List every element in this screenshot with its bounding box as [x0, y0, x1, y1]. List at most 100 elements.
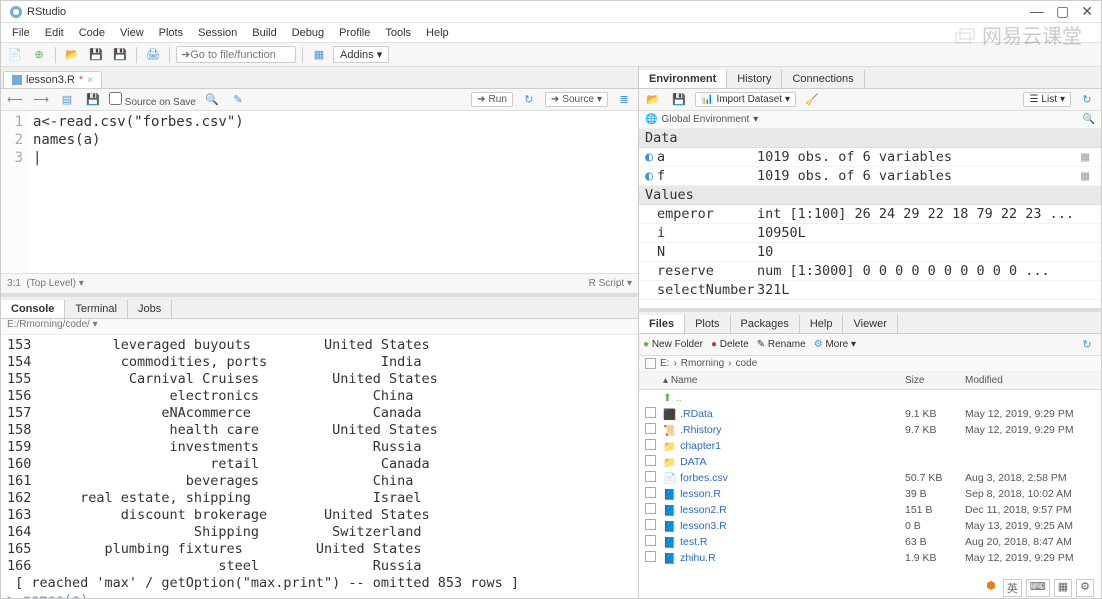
menu-code[interactable]: Code	[72, 25, 112, 41]
code-editor[interactable]: 123 a<-read.csv("forbes.csv") names(a) |	[1, 111, 638, 273]
new-project-icon[interactable]: ⊕	[29, 46, 49, 64]
view-data-icon[interactable]: ▦	[1081, 148, 1095, 166]
file-row[interactable]: 📘lesson3.R0 BMay 13, 2019, 9:25 AM	[639, 518, 1101, 534]
tab-plots[interactable]: Plots	[685, 315, 730, 333]
file-row[interactable]: 📘test.R63 BAug 20, 2018, 8:47 AM	[639, 534, 1101, 550]
minimize-button[interactable]: —	[1030, 3, 1044, 20]
save-workspace-icon[interactable]: 💾	[669, 91, 689, 109]
expand-icon[interactable]: ◐	[645, 148, 657, 166]
file-row[interactable]: 📘lesson2.R151 BDec 11, 2018, 9:57 PM	[639, 502, 1101, 518]
clear-env-icon[interactable]: 🧹	[802, 91, 822, 109]
menu-edit[interactable]: Edit	[38, 25, 71, 41]
forward-icon[interactable]: ⟶	[31, 91, 51, 109]
tab-connections[interactable]: Connections	[782, 70, 864, 88]
menu-help[interactable]: Help	[419, 25, 456, 41]
file-row[interactable]: 📁chapter1	[639, 438, 1101, 454]
rename-button[interactable]: ✎ Rename	[757, 339, 806, 350]
file-checkbox[interactable]	[645, 471, 656, 482]
file-checkbox[interactable]	[645, 439, 656, 450]
maximize-button[interactable]: ▢	[1056, 3, 1069, 20]
tab-console[interactable]: Console	[1, 300, 65, 318]
menu-debug[interactable]: Debug	[285, 25, 331, 41]
menu-profile[interactable]: Profile	[332, 25, 377, 41]
new-folder-button[interactable]: ● New Folder	[643, 339, 703, 350]
file-checkbox[interactable]	[645, 487, 656, 498]
wand-icon[interactable]: ✎	[228, 91, 248, 109]
col-size[interactable]: Size	[905, 375, 965, 386]
select-all-checkbox[interactable]	[645, 358, 656, 369]
file-checkbox[interactable]	[645, 407, 656, 418]
console-output[interactable]: 153 leveraged buyouts United States 154 …	[1, 335, 638, 598]
file-checkbox[interactable]	[645, 551, 656, 562]
file-row[interactable]: ⬛.RData9.1 KBMay 12, 2019, 9:29 PM	[639, 406, 1101, 422]
menu-view[interactable]: View	[113, 25, 151, 41]
env-var-a[interactable]: ◐a1019 obs. of 6 variables▦	[639, 148, 1101, 167]
env-var-f[interactable]: ◐f1019 obs. of 6 variables▦	[639, 167, 1101, 186]
source-tab[interactable]: lesson3.R* ×	[3, 71, 102, 88]
save-icon[interactable]: 💾	[86, 46, 106, 64]
tab-files[interactable]: Files	[639, 315, 685, 333]
grid-icon[interactable]: ▦	[309, 46, 329, 64]
file-up[interactable]: ⬆ ..	[639, 390, 1101, 406]
new-file-icon[interactable]: 📄	[5, 46, 25, 64]
file-name: .RData	[680, 408, 713, 420]
refresh-files-icon[interactable]: ↻	[1077, 336, 1097, 354]
expand-icon[interactable]: ◐	[645, 167, 657, 185]
file-row[interactable]: 📘lesson.R39 BSep 8, 2018, 10:02 AM	[639, 486, 1101, 502]
file-icon: 📘	[663, 552, 676, 565]
refresh-env-icon[interactable]: ↻	[1077, 91, 1097, 109]
scope-selector[interactable]: Global Environment	[661, 114, 749, 125]
goto-file-input[interactable]: ➜ Go to file/function	[176, 46, 296, 63]
file-row[interactable]: 📄forbes.csv50.7 KBAug 3, 2018, 2:58 PM	[639, 470, 1101, 486]
tab-packages[interactable]: Packages	[731, 315, 800, 333]
import-dataset-button[interactable]: 📊 Import Dataset ▾	[695, 92, 796, 107]
col-modified[interactable]: Modified	[965, 375, 1095, 386]
find-icon[interactable]: 🔍	[202, 91, 222, 109]
file-checkbox[interactable]	[645, 423, 656, 434]
file-checkbox[interactable]	[645, 455, 656, 466]
outline-icon[interactable]: ≣	[614, 91, 634, 109]
source-on-save-checkbox[interactable]	[109, 92, 122, 105]
file-row[interactable]: 📜.Rhistory9.7 KBMay 12, 2019, 9:29 PM	[639, 422, 1101, 438]
lang-indicator[interactable]: R Script	[589, 278, 625, 289]
tab-history[interactable]: History	[727, 70, 782, 88]
tab-help[interactable]: Help	[800, 315, 844, 333]
close-tab-icon[interactable]: ×	[87, 75, 93, 86]
back-icon[interactable]: ⟵	[5, 91, 25, 109]
show-doc-icon[interactable]: ▤	[57, 91, 77, 109]
file-checkbox[interactable]	[645, 503, 656, 514]
scope-indicator[interactable]: (Top Level)	[26, 278, 75, 289]
tab-jobs[interactable]: Jobs	[128, 300, 172, 318]
load-workspace-icon[interactable]: 📂	[643, 91, 663, 109]
close-button[interactable]: ✕	[1081, 3, 1093, 20]
run-button[interactable]: ➜ Run	[471, 92, 513, 107]
menu-session[interactable]: Session	[191, 25, 244, 41]
save-doc-icon[interactable]: 💾	[83, 91, 103, 109]
menu-file[interactable]: File	[5, 25, 37, 41]
more-button[interactable]: ⚙ More ▾	[814, 339, 856, 350]
file-icon: 📜	[663, 424, 676, 437]
breadcrumb[interactable]: E: › Rmorning › code	[639, 356, 1101, 372]
search-env-icon[interactable]: 🔍	[1083, 114, 1095, 125]
open-file-icon[interactable]: 📂	[62, 46, 82, 64]
tab-viewer[interactable]: Viewer	[843, 315, 897, 333]
file-checkbox[interactable]	[645, 519, 656, 530]
file-row[interactable]: 📁DATA	[639, 454, 1101, 470]
list-mode-button[interactable]: ☰ List ▾	[1023, 92, 1071, 107]
rerun-icon[interactable]: ↻	[519, 91, 539, 109]
col-name[interactable]: Name	[671, 375, 698, 386]
file-checkbox[interactable]	[645, 535, 656, 546]
menu-build[interactable]: Build	[245, 25, 283, 41]
file-row[interactable]: 📘zhihu.R1.9 KBMay 12, 2019, 9:29 PM	[639, 550, 1101, 566]
save-all-icon[interactable]: 💾	[110, 46, 130, 64]
addins-dropdown[interactable]: Addins ▾	[333, 46, 389, 63]
source-button[interactable]: ➜ Source ▾	[545, 92, 608, 107]
menu-plots[interactable]: Plots	[152, 25, 190, 41]
tab-environment[interactable]: Environment	[639, 70, 727, 88]
print-icon[interactable]: 🖨	[143, 46, 163, 64]
tab-terminal[interactable]: Terminal	[65, 300, 128, 318]
delete-button[interactable]: ● Delete	[711, 339, 749, 350]
view-data-icon[interactable]: ▦	[1081, 167, 1095, 185]
env-section-values: Values	[639, 186, 1101, 205]
menu-tools[interactable]: Tools	[378, 25, 418, 41]
